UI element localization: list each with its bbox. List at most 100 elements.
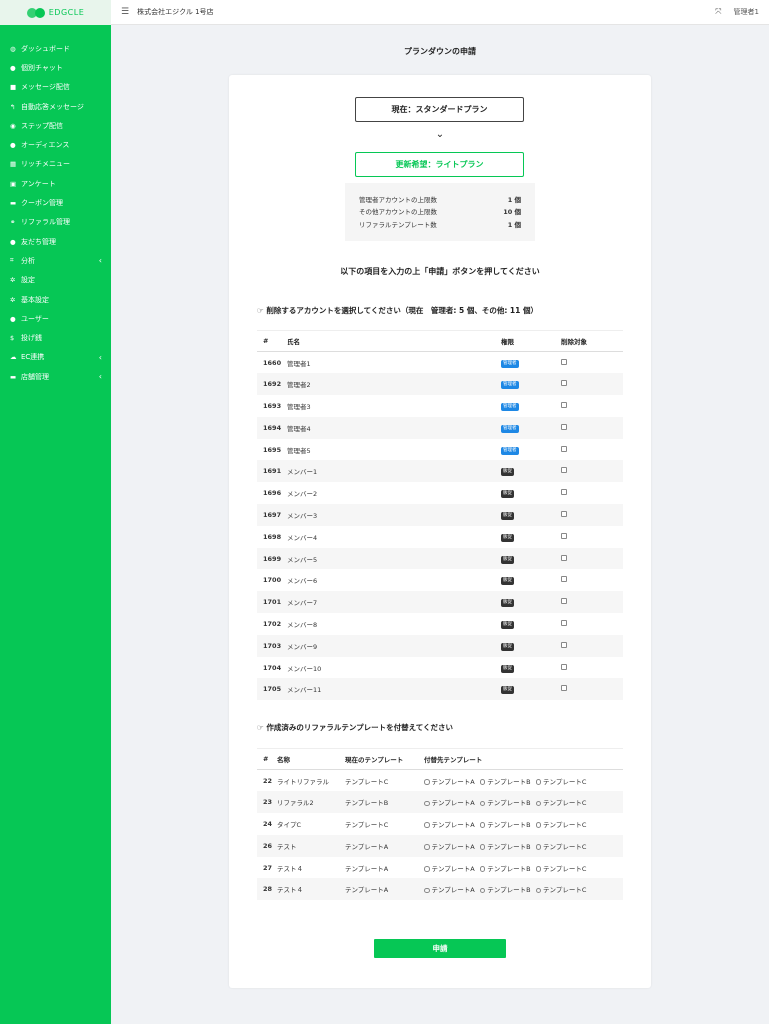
radio-button[interactable] bbox=[424, 822, 430, 828]
template-option-label: テンプレートB bbox=[487, 777, 531, 786]
table-row: 1695 管理者5 管理者 bbox=[257, 439, 623, 461]
sidebar-item-5[interactable]: ● オーディエンス bbox=[0, 135, 111, 154]
template-option[interactable]: テンプレートB bbox=[479, 865, 531, 873]
template-option[interactable]: テンプレートC bbox=[535, 886, 586, 894]
template-option[interactable]: テンプレートC bbox=[535, 865, 586, 873]
sidebar-item-7[interactable]: ▣ アンケート bbox=[0, 174, 111, 193]
radio-button[interactable] bbox=[424, 887, 430, 894]
delete-checkbox[interactable] bbox=[561, 532, 567, 539]
radio-button[interactable] bbox=[535, 887, 542, 894]
template-option[interactable]: テンプレートB bbox=[479, 799, 531, 807]
template-option[interactable]: テンプレートA bbox=[424, 799, 475, 807]
sidebar-item-1[interactable]: ● 個別チャット bbox=[0, 58, 111, 77]
radio-button[interactable] bbox=[424, 866, 430, 872]
template-option[interactable]: テンプレートB bbox=[479, 842, 531, 851]
sidebar-item-13[interactable]: ✲ 基本設定 bbox=[0, 290, 111, 309]
delete-checkbox[interactable] bbox=[561, 685, 567, 692]
template-option[interactable]: テンプレートC bbox=[535, 821, 586, 829]
sidebar-item-11[interactable]: ⌗ 分析 ‹ bbox=[0, 251, 111, 270]
template-option[interactable]: テンプレートA bbox=[424, 843, 475, 851]
delete-checkbox[interactable] bbox=[561, 489, 567, 496]
account-name: メンバー9 bbox=[287, 634, 501, 657]
delete-checkbox[interactable] bbox=[561, 576, 567, 583]
role-badge: 販促 bbox=[501, 577, 514, 586]
template-id: 27 bbox=[263, 863, 273, 872]
radio-button[interactable] bbox=[479, 800, 486, 807]
delete-checkbox[interactable] bbox=[561, 663, 567, 670]
template-option-label: テンプレートC bbox=[543, 777, 587, 786]
account-role: 販促 bbox=[501, 657, 561, 679]
template-option[interactable]: テンプレートB bbox=[479, 821, 531, 829]
template-option[interactable]: テンプレートC bbox=[535, 843, 586, 851]
delete-cell bbox=[561, 569, 623, 591]
sidebar-item-10[interactable]: ● 友だち管理 bbox=[0, 232, 111, 251]
table-row: 1702 メンバー8 販促 bbox=[257, 613, 623, 635]
sidebar-item-8[interactable]: ▬ クーポン管理 bbox=[0, 193, 111, 212]
template-option-label: テンプレートB bbox=[487, 842, 531, 851]
logo[interactable]: EDGCLE bbox=[0, 0, 111, 25]
sidebar-item-9[interactable]: ⚭ リファラル管理 bbox=[0, 213, 111, 232]
step-icon: ◉ bbox=[10, 121, 16, 130]
radio-button[interactable] bbox=[424, 844, 430, 850]
delete-checkbox[interactable] bbox=[561, 380, 567, 387]
sidebar-item-3[interactable]: ↰ 自動応答メッセージ bbox=[0, 97, 111, 116]
delete-checkbox[interactable] bbox=[561, 641, 567, 648]
template-option[interactable]: テンプレートA bbox=[424, 886, 475, 894]
radio-button[interactable] bbox=[479, 779, 486, 785]
template-option[interactable]: テンプレートA bbox=[424, 778, 475, 786]
account-name: 管理者5 bbox=[287, 446, 311, 455]
delete-checkbox[interactable] bbox=[561, 358, 567, 365]
sidebar-item-0[interactable]: ◍ ダッシュボード bbox=[0, 39, 111, 58]
limit-value: 10 個 bbox=[503, 208, 521, 217]
radio-button[interactable] bbox=[479, 887, 486, 894]
sidebar-item-6[interactable]: ▦ リッチメニュー bbox=[0, 155, 111, 174]
delete-cell bbox=[561, 416, 623, 439]
submit-button[interactable]: 申請 bbox=[374, 939, 506, 958]
radio-button[interactable] bbox=[424, 800, 430, 807]
radio-button[interactable] bbox=[479, 866, 486, 872]
account-id: 1703 bbox=[257, 634, 287, 657]
sidebar-item-15[interactable]: $ 投げ銭 bbox=[0, 328, 111, 347]
account-name: メンバー1 bbox=[287, 460, 501, 483]
delete-checkbox[interactable] bbox=[561, 554, 567, 561]
radio-button[interactable] bbox=[535, 779, 542, 785]
template-option-label: テンプレートA bbox=[431, 777, 475, 786]
sidebar-item-4[interactable]: ◉ ステップ配信 bbox=[0, 116, 111, 135]
sidebar-item-2[interactable]: ■ メッセージ配信 bbox=[0, 78, 111, 97]
radio-button[interactable] bbox=[535, 844, 542, 850]
radio-button[interactable] bbox=[535, 822, 542, 828]
radio-button[interactable] bbox=[479, 844, 486, 850]
template-option[interactable]: テンプレートA bbox=[424, 821, 475, 829]
delete-checkbox[interactable] bbox=[561, 510, 567, 517]
account-name: 管理者4 bbox=[287, 416, 501, 439]
delete-checkbox[interactable] bbox=[561, 467, 567, 474]
hamburger-icon[interactable]: ☰ bbox=[121, 7, 129, 17]
delete-checkbox[interactable] bbox=[561, 423, 567, 430]
sidebar-item-12[interactable]: ✲ 設定 bbox=[0, 271, 111, 290]
radio-button[interactable] bbox=[535, 866, 542, 872]
template-option[interactable]: テンプレートB bbox=[479, 886, 531, 894]
template-option-label: テンプレートA bbox=[431, 842, 475, 851]
account-role: 管理者 bbox=[501, 416, 561, 439]
table-row: 27 テスト４ テンプレートA テンプレートA テンプレートB テンプレートC bbox=[257, 857, 623, 879]
role-badge: 管理者 bbox=[501, 359, 519, 368]
sidebar-item-16[interactable]: ☁ EC連携 ‹ bbox=[0, 348, 111, 367]
plan-limits: 管理者アカウントの上限数 1 個 その他アカウントの上限数 10 個 リファラルテン… bbox=[345, 183, 535, 241]
delete-checkbox[interactable] bbox=[561, 445, 567, 452]
user-menu[interactable]: 管理者1 bbox=[734, 7, 759, 17]
radio-button[interactable] bbox=[535, 800, 542, 807]
sidebar-item-14[interactable]: ● ユーザー bbox=[0, 309, 111, 328]
template-option[interactable]: テンプレートC bbox=[535, 777, 587, 786]
delete-checkbox[interactable] bbox=[561, 401, 567, 408]
col-name: 名称 bbox=[277, 748, 345, 770]
radio-button[interactable] bbox=[424, 779, 430, 785]
delete-checkbox[interactable] bbox=[561, 619, 567, 626]
delete-checkbox[interactable] bbox=[561, 598, 567, 605]
template-option[interactable]: テンプレートB bbox=[479, 777, 531, 786]
radio-button[interactable] bbox=[479, 822, 486, 828]
template-option[interactable]: テンプレートC bbox=[535, 799, 586, 807]
role-badge: 販促 bbox=[501, 511, 514, 520]
sidebar-item-17[interactable]: ▬ 店舗管理 ‹ bbox=[0, 367, 111, 386]
fullscreen-icon[interactable]: ⤧ bbox=[715, 7, 721, 17]
template-option[interactable]: テンプレートA bbox=[424, 865, 475, 873]
